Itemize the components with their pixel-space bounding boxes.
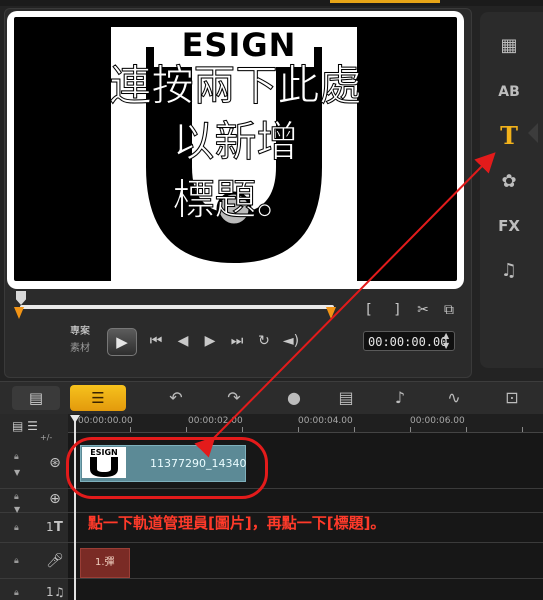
annotation-arrow [194, 152, 496, 458]
instruction-text: 點一下軌道管理員[圖片]，再點一下[標題]。 [88, 514, 386, 532]
